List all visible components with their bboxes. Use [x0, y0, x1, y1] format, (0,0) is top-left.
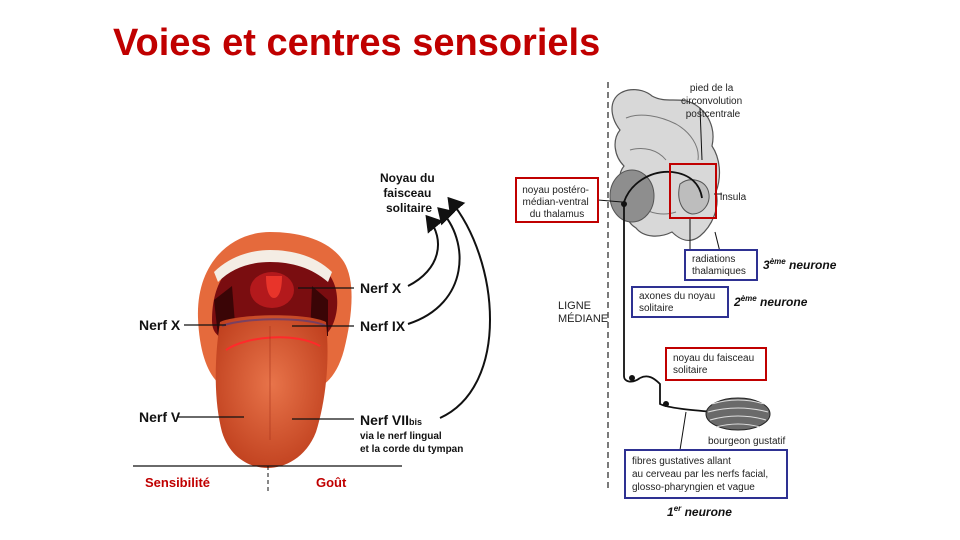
- noyau-label: Noyau du faisceau solitaire: [380, 171, 438, 215]
- insula-label: insula: [720, 192, 747, 203]
- mouth-illustration: [197, 232, 352, 468]
- radiations-label: radiations thalamiques: [692, 254, 746, 277]
- neuron2-label: 2ème neurone: [733, 294, 808, 309]
- nerf-v-label: Nerf V: [139, 409, 181, 425]
- arrow-nerf-x: [407, 214, 444, 287]
- neuron3-label: 3ème neurone: [763, 257, 837, 272]
- arrow-nerf-vii: [439, 196, 491, 419]
- sensibilite-label: Sensibilité: [145, 475, 210, 490]
- sensory-pathways-diagram: Noyau du faisceau solitaire Nerf X Nerf …: [133, 82, 837, 519]
- nerf-x-right-label: Nerf X: [360, 280, 402, 296]
- ligne-mediane-label: LIGNE MÉDIANE: [558, 300, 608, 325]
- neuron1-label: 1er neurone: [667, 504, 732, 519]
- nerf-vii-label: Nerf VIIbis: [360, 412, 422, 428]
- thalamus-label: noyau postéro- médian-ventral du thalamu…: [522, 185, 592, 220]
- nerf-ix-label: Nerf IX: [360, 318, 406, 334]
- gout-label: Goût: [316, 475, 347, 490]
- bourgeon-label: bourgeon gustatif: [708, 436, 786, 447]
- nerf-x-left-label: Nerf X: [139, 317, 181, 333]
- taste-bud: [705, 397, 771, 431]
- pathway-neuron1: [639, 375, 715, 413]
- pied-label: pied de la circonvolution postcentrale: [681, 83, 745, 120]
- nerf-vii-desc: via le nerf lingual et la corde du tympa…: [360, 431, 463, 455]
